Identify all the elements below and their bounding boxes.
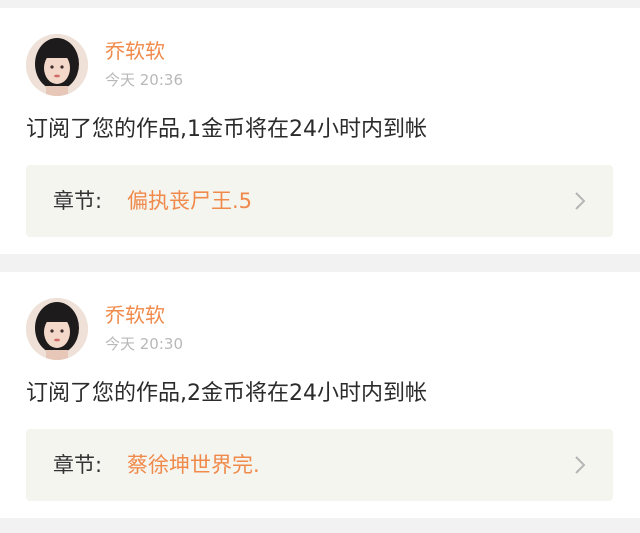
timestamp: 今天 20:36: [105, 71, 183, 89]
notification-card: 乔软软 今天 20:30 订阅了您的作品,2金币将在24小时内到帐 章节: 蔡徐…: [0, 272, 640, 518]
chevron-right-icon: [575, 192, 586, 210]
username[interactable]: 乔软软: [105, 303, 165, 327]
user-avatar[interactable]: [26, 298, 88, 360]
chapter-title: 偏执丧尸王.5: [127, 189, 253, 213]
notification-message: 订阅了您的作品,2金币将在24小时内到帐: [26, 381, 427, 406]
chapter-link[interactable]: 章节: 蔡徐坤世界完.: [26, 429, 613, 501]
chapter-link[interactable]: 章节: 偏执丧尸王.5: [26, 165, 613, 237]
notification-message: 订阅了您的作品,1金币将在24小时内到帐: [26, 117, 427, 142]
notification-card: 乔软软 今天 20:36 订阅了您的作品,1金币将在24小时内到帐 章节: 偏执…: [0, 8, 640, 254]
timestamp: 今天 20:30: [105, 335, 183, 353]
avatar-image: [26, 34, 88, 96]
chapter-label: 章节:: [53, 189, 103, 213]
notification-feed: 乔软软 今天 20:36 订阅了您的作品,1金币将在24小时内到帐 章节: 偏执…: [0, 0, 640, 533]
avatar-image: [26, 298, 88, 360]
chevron-right-icon: [575, 456, 586, 474]
chapter-title: 蔡徐坤世界完.: [127, 453, 260, 477]
chapter-label: 章节:: [53, 453, 103, 477]
username[interactable]: 乔软软: [105, 39, 165, 63]
user-avatar[interactable]: [26, 34, 88, 96]
